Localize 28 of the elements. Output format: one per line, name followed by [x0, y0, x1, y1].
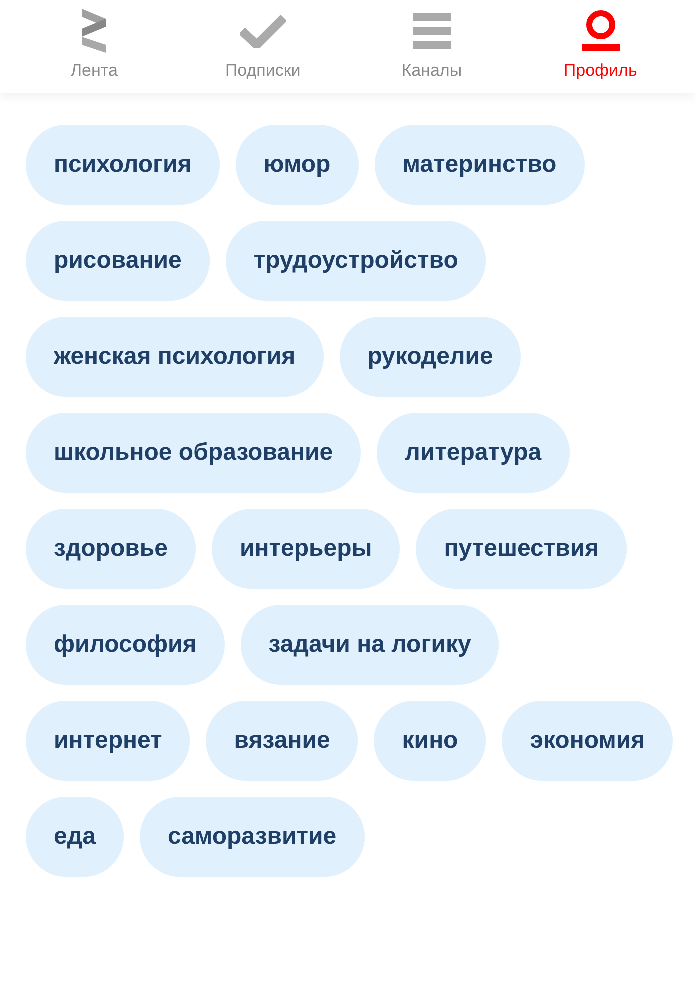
checkmark-icon: [240, 14, 286, 48]
tag-chip[interactable]: трудоустройство: [226, 221, 486, 301]
tag-chip[interactable]: философия: [26, 605, 225, 685]
ribbon-icon: [81, 9, 108, 53]
tag-chip[interactable]: литература: [377, 413, 570, 493]
tab[interactable]: Профиль: [516, 0, 685, 93]
tag-chip[interactable]: экономия: [502, 701, 674, 781]
tag-chip[interactable]: интернет: [26, 701, 190, 781]
profile-icon: [582, 10, 620, 52]
tag-chip[interactable]: еда: [26, 797, 124, 877]
tab[interactable]: Лента: [10, 0, 179, 93]
tag-chip[interactable]: рукоделие: [340, 317, 522, 397]
tag-chip[interactable]: школьное образование: [26, 413, 362, 493]
tag-chip[interactable]: психология: [26, 125, 220, 205]
tag-chip[interactable]: путешествия: [416, 509, 628, 589]
tag-chip[interactable]: материнство: [374, 125, 585, 205]
tag-chip[interactable]: задачи на логику: [240, 605, 500, 685]
tag-chip[interactable]: вязание: [206, 701, 358, 781]
tag-chip[interactable]: женская психология: [26, 317, 324, 397]
tab[interactable]: Каналы: [348, 0, 516, 93]
tag-chip[interactable]: кино: [374, 701, 486, 781]
tab[interactable]: Подписки: [178, 0, 348, 93]
tag-chip[interactable]: юмор: [236, 125, 359, 205]
tag-chip[interactable]: здоровье: [26, 509, 196, 589]
tag-chip[interactable]: рисование: [26, 221, 210, 301]
menu-icon: [412, 13, 451, 49]
tag-chip[interactable]: интерьеры: [212, 509, 400, 589]
tag-chip[interactable]: саморазвитие: [140, 797, 365, 877]
